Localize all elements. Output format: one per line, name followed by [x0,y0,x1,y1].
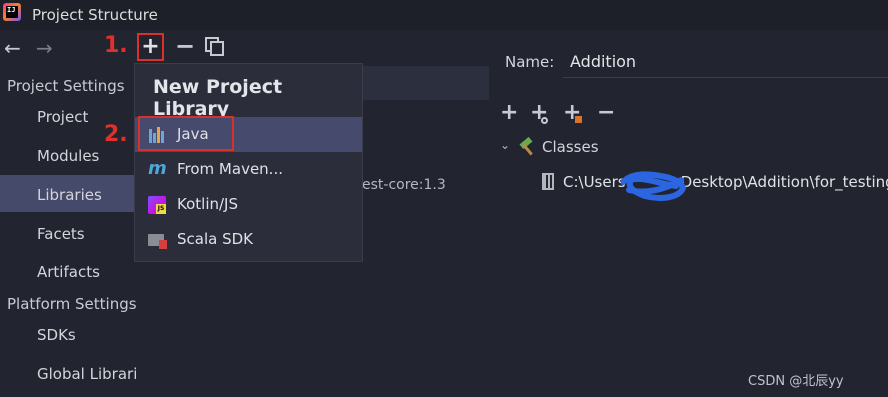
name-label: Name: [505,53,555,71]
project-settings-header: Project Settings [7,77,125,95]
window-title: Project Structure [32,6,158,24]
sidebar-item-libraries[interactable]: Libraries [37,186,102,204]
intellij-app-icon: IJ [3,3,21,21]
new-project-library-popup: New Project Library Java m From Maven...… [134,63,363,262]
sidebar-item-modules[interactable]: Modules [37,147,99,165]
library-list-selected-row[interactable] [362,66,489,100]
classes-node[interactable]: Classes [542,138,599,156]
popup-item-kotlin-js[interactable]: Kotlin/JS [135,187,362,222]
sidebar-item-facets[interactable]: Facets [37,225,85,243]
add-with-options-icon[interactable]: + [530,100,548,125]
forward-arrow-icon[interactable]: → [36,36,53,60]
jar-icon [542,173,554,190]
path-suffix: Desktop\Addition\for_testing [680,173,888,191]
sidebar-item-artifacts[interactable]: Artifacts [37,263,100,281]
scala-sdk-icon [148,231,167,249]
remove-library-button[interactable]: − [175,32,195,60]
library-list-item[interactable]: est-core:1.3 [362,177,446,193]
tree-expand-icon[interactable]: ⌄ [500,138,510,152]
popup-item-label: Scala SDK [177,230,253,248]
remove-icon[interactable]: − [597,100,615,125]
annotation-step-1: 1. [104,33,128,58]
popup-item-from-maven[interactable]: m From Maven... [135,152,362,187]
library-name-field[interactable] [563,46,888,78]
add-jar-icon[interactable]: + [563,100,582,125]
platform-settings-header: Platform Settings [7,295,137,313]
annotation-step-2: 2. [104,122,128,147]
csdn-watermark: CSDN @北辰yy [748,374,844,389]
redaction-scribble [621,171,686,201]
popup-item-label: Kotlin/JS [177,195,238,213]
back-arrow-icon[interactable]: ← [4,36,21,60]
popup-item-scala-sdk[interactable]: Scala SDK [135,222,362,257]
sidebar-item-project[interactable]: Project [37,108,88,126]
popup-item-label: From Maven... [177,160,283,178]
kotlin-js-icon [148,196,166,214]
title-bar: IJ Project Structure [0,0,888,30]
sidebar-item-sdks[interactable]: SDKs [37,326,76,344]
add-library-button[interactable]: + [137,33,164,61]
classes-path[interactable]: C:\Users\ Desktop\Addition\for_testing [563,173,888,191]
add-icon[interactable]: + [500,100,518,125]
popup-title: New Project Library [153,76,283,120]
annotation-highlight-java [138,116,234,151]
sidebar-item-global-libraries[interactable]: Global Librari [37,365,137,383]
maven-icon: m [148,158,167,179]
copy-icon[interactable] [205,37,224,56]
library-name-input[interactable] [563,46,888,77]
hammer-icon [518,136,536,156]
